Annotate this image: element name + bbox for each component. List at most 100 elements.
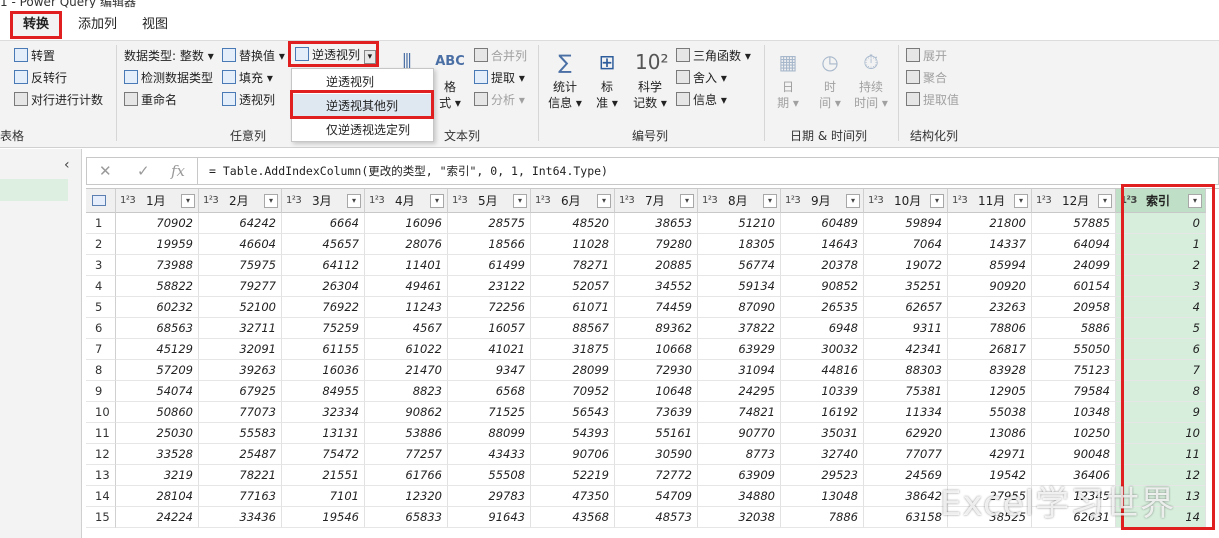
- table-cell[interactable]: 11334: [864, 402, 948, 423]
- filter-dropdown-icon[interactable]: ▾: [763, 194, 777, 208]
- filter-dropdown-icon[interactable]: ▾: [930, 194, 944, 208]
- table-cell[interactable]: 32091: [199, 339, 282, 360]
- table-cell[interactable]: 7064: [864, 234, 948, 255]
- check-icon[interactable]: ✓: [137, 162, 150, 180]
- table-cell[interactable]: 75975: [199, 255, 282, 276]
- table-cell[interactable]: 47350: [531, 486, 615, 507]
- table-cell[interactable]: 62657: [864, 297, 948, 318]
- scientific-button[interactable]: 10² 科学 记数 ▾: [630, 47, 670, 111]
- type-indicator-icon[interactable]: 1²3: [702, 189, 718, 212]
- extract-button[interactable]: 提取 ▾: [474, 69, 525, 86]
- table-cell[interactable]: 16036: [282, 360, 365, 381]
- formula-input[interactable]: = Table.AddIndexColumn(更改的类型, "索引", 0, 1…: [209, 163, 608, 179]
- table-cell[interactable]: 32038: [698, 507, 781, 528]
- table-cell[interactable]: 32711: [199, 318, 282, 339]
- table-cell[interactable]: 56543: [531, 402, 615, 423]
- aggregate-button[interactable]: 聚合: [906, 69, 947, 86]
- table-cell[interactable]: 6568: [448, 381, 531, 402]
- index-cell[interactable]: 10: [1116, 423, 1206, 444]
- duration-button[interactable]: ⏱ 持续 时间 ▾: [850, 47, 892, 111]
- count-rows-button[interactable]: 对行进行计数: [14, 91, 103, 108]
- table-cell[interactable]: 76922: [282, 297, 365, 318]
- table-cell[interactable]: 77257: [365, 444, 448, 465]
- table-cell[interactable]: 11401: [365, 255, 448, 276]
- table-cell[interactable]: 7886: [781, 507, 864, 528]
- table-cell[interactable]: 90770: [698, 423, 781, 444]
- table-cell[interactable]: 46604: [199, 234, 282, 255]
- index-cell[interactable]: 7: [1116, 360, 1206, 381]
- table-cell[interactable]: 20958: [1032, 297, 1116, 318]
- expand-button[interactable]: 展开: [906, 47, 947, 64]
- column-header[interactable]: 1²3 9月 ▾: [781, 189, 864, 213]
- table-cell[interactable]: 77163: [199, 486, 282, 507]
- fill-button[interactable]: 填充 ▾: [222, 69, 273, 86]
- row-number[interactable]: 9: [86, 381, 116, 402]
- type-indicator-icon[interactable]: 1²3: [619, 189, 635, 212]
- table-cell[interactable]: 64094: [1032, 234, 1116, 255]
- table-cell[interactable]: 26535: [781, 297, 864, 318]
- table-cell[interactable]: 61766: [365, 465, 448, 486]
- table-cell[interactable]: 88099: [448, 423, 531, 444]
- filter-dropdown-icon[interactable]: ▾: [1188, 194, 1202, 208]
- merge-columns-button[interactable]: 合并列: [474, 47, 527, 64]
- table-cell[interactable]: 43433: [448, 444, 531, 465]
- time-button[interactable]: ◷ 时间 ▾: [812, 47, 848, 111]
- filter-dropdown-icon[interactable]: ▾: [597, 194, 611, 208]
- index-cell[interactable]: 14: [1116, 507, 1206, 528]
- table-cell[interactable]: 16096: [365, 213, 448, 234]
- table-cell[interactable]: 31875: [531, 339, 615, 360]
- pivot-column-button[interactable]: 透视列: [222, 91, 275, 108]
- table-cell[interactable]: 16192: [781, 402, 864, 423]
- table-cell[interactable]: 55583: [199, 423, 282, 444]
- parse-button[interactable]: 分析 ▾: [474, 91, 525, 108]
- table-cell[interactable]: 19546: [282, 507, 365, 528]
- type-indicator-icon[interactable]: 1²3: [868, 189, 884, 212]
- filter-dropdown-icon[interactable]: ▾: [846, 194, 860, 208]
- table-cell[interactable]: 12320: [365, 486, 448, 507]
- table-cell[interactable]: 14337: [948, 234, 1032, 255]
- row-number[interactable]: 8: [86, 360, 116, 381]
- table-cell[interactable]: 19959: [116, 234, 199, 255]
- table-cell[interactable]: 33528: [116, 444, 199, 465]
- table-cell[interactable]: 9347: [448, 360, 531, 381]
- table-cell[interactable]: 85994: [948, 255, 1032, 276]
- index-cell[interactable]: 3: [1116, 276, 1206, 297]
- table-cell[interactable]: 21470: [365, 360, 448, 381]
- table-cell[interactable]: 89362: [615, 318, 698, 339]
- table-cell[interactable]: 61022: [365, 339, 448, 360]
- table-cell[interactable]: 75381: [864, 381, 948, 402]
- table-cell[interactable]: 65833: [365, 507, 448, 528]
- table-cell[interactable]: 78271: [531, 255, 615, 276]
- table-cell[interactable]: 50860: [116, 402, 199, 423]
- table-cell[interactable]: 37822: [698, 318, 781, 339]
- table-cell[interactable]: 48573: [615, 507, 698, 528]
- table-cell[interactable]: 74459: [615, 297, 698, 318]
- table-cell[interactable]: 30590: [615, 444, 698, 465]
- table-cell[interactable]: 90048: [1032, 444, 1116, 465]
- table-cell[interactable]: 36406: [1032, 465, 1116, 486]
- table-cell[interactable]: 11028: [531, 234, 615, 255]
- table-cell[interactable]: 53886: [365, 423, 448, 444]
- cancel-icon[interactable]: ✕: [99, 162, 112, 180]
- index-cell[interactable]: 11: [1116, 444, 1206, 465]
- row-number[interactable]: 14: [86, 486, 116, 507]
- table-cell[interactable]: 57209: [116, 360, 199, 381]
- table-cell[interactable]: 60232: [116, 297, 199, 318]
- table-cell[interactable]: 8773: [698, 444, 781, 465]
- type-indicator-icon[interactable]: 1²3: [203, 189, 219, 212]
- table-cell[interactable]: 44816: [781, 360, 864, 381]
- table-cell[interactable]: 77073: [199, 402, 282, 423]
- table-cell[interactable]: 24569: [864, 465, 948, 486]
- table-cell[interactable]: 71525: [448, 402, 531, 423]
- table-cell[interactable]: 72772: [615, 465, 698, 486]
- table-cell[interactable]: 54074: [116, 381, 199, 402]
- rename-button[interactable]: 重命名: [124, 91, 177, 108]
- row-number[interactable]: 6: [86, 318, 116, 339]
- table-cell[interactable]: 62631: [1032, 507, 1116, 528]
- table-cell[interactable]: 19542: [948, 465, 1032, 486]
- table-cell[interactable]: 74821: [698, 402, 781, 423]
- filter-dropdown-icon[interactable]: ▾: [264, 194, 278, 208]
- table-cell[interactable]: 54709: [615, 486, 698, 507]
- table-cell[interactable]: 24099: [1032, 255, 1116, 276]
- table-cell[interactable]: 38642: [864, 486, 948, 507]
